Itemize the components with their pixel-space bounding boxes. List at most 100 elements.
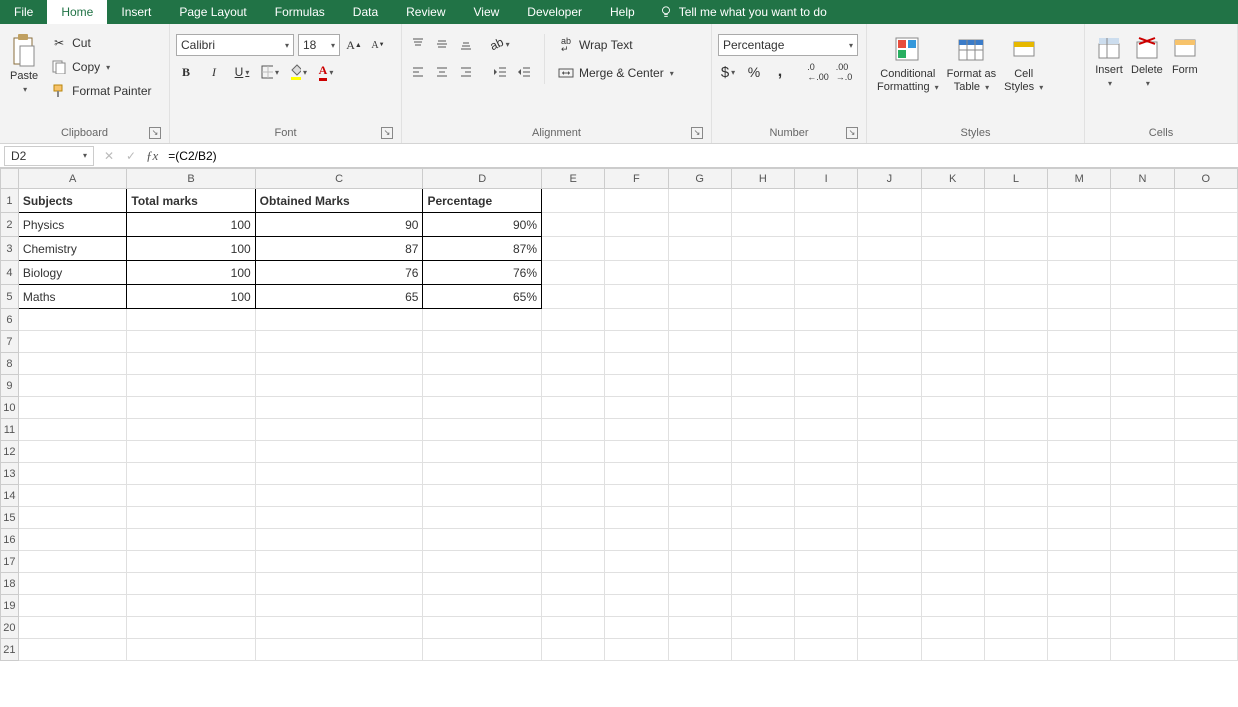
cell-A20[interactable] — [18, 617, 127, 639]
cell-O3[interactable] — [1174, 237, 1237, 261]
cell-N14[interactable] — [1111, 485, 1174, 507]
row-header-11[interactable]: 11 — [1, 419, 19, 441]
cell-E16[interactable] — [542, 529, 605, 551]
cell-M2[interactable] — [1048, 213, 1111, 237]
cell-K17[interactable] — [921, 551, 984, 573]
cell-E1[interactable] — [542, 189, 605, 213]
tab-home[interactable]: Home — [47, 0, 107, 24]
cell-B9[interactable] — [127, 375, 255, 397]
cell-M19[interactable] — [1048, 595, 1111, 617]
select-all-corner[interactable] — [1, 169, 19, 189]
cell-L9[interactable] — [984, 375, 1047, 397]
cell-C16[interactable] — [255, 529, 423, 551]
cut-button[interactable]: ✂ Cut — [46, 32, 155, 54]
cell-G3[interactable] — [668, 237, 731, 261]
cell-K2[interactable] — [921, 213, 984, 237]
cell-I17[interactable] — [795, 551, 858, 573]
cell-J8[interactable] — [858, 353, 921, 375]
cell-D11[interactable] — [423, 419, 542, 441]
cell-A11[interactable] — [18, 419, 127, 441]
row-header-2[interactable]: 2 — [1, 213, 19, 237]
cell-M13[interactable] — [1048, 463, 1111, 485]
paste-button[interactable]: Paste▾ — [6, 28, 42, 98]
cell-G19[interactable] — [668, 595, 731, 617]
cell-F19[interactable] — [605, 595, 668, 617]
cell-J20[interactable] — [858, 617, 921, 639]
cell-O6[interactable] — [1174, 309, 1237, 331]
cell-I16[interactable] — [795, 529, 858, 551]
cell-C6[interactable] — [255, 309, 423, 331]
cell-F6[interactable] — [605, 309, 668, 331]
cell-F12[interactable] — [605, 441, 668, 463]
underline-button[interactable]: U▾ — [232, 62, 252, 82]
cell-H7[interactable] — [731, 331, 794, 353]
cell-C21[interactable] — [255, 639, 423, 661]
cell-A15[interactable] — [18, 507, 127, 529]
cell-O15[interactable] — [1174, 507, 1237, 529]
cell-A18[interactable] — [18, 573, 127, 595]
cell-J4[interactable] — [858, 261, 921, 285]
cell-G16[interactable] — [668, 529, 731, 551]
row-header-5[interactable]: 5 — [1, 285, 19, 309]
orientation-button[interactable]: ab▾ — [490, 34, 510, 54]
cell-I12[interactable] — [795, 441, 858, 463]
comma-format-button[interactable]: , — [770, 62, 790, 82]
cell-M3[interactable] — [1048, 237, 1111, 261]
row-header-9[interactable]: 9 — [1, 375, 19, 397]
cell-N4[interactable] — [1111, 261, 1174, 285]
cell-E7[interactable] — [542, 331, 605, 353]
cell-H16[interactable] — [731, 529, 794, 551]
cell-N10[interactable] — [1111, 397, 1174, 419]
cell-B2[interactable]: 100 — [127, 213, 255, 237]
cell-C5[interactable]: 65 — [255, 285, 423, 309]
col-header-L[interactable]: L — [984, 169, 1047, 189]
cell-O13[interactable] — [1174, 463, 1237, 485]
cell-J18[interactable] — [858, 573, 921, 595]
cell-E10[interactable] — [542, 397, 605, 419]
cell-O7[interactable] — [1174, 331, 1237, 353]
cell-J12[interactable] — [858, 441, 921, 463]
cell-I19[interactable] — [795, 595, 858, 617]
cell-K19[interactable] — [921, 595, 984, 617]
cell-F5[interactable] — [605, 285, 668, 309]
font-color-button[interactable]: A▾ — [316, 62, 336, 82]
cell-E3[interactable] — [542, 237, 605, 261]
cell-I3[interactable] — [795, 237, 858, 261]
cell-K3[interactable] — [921, 237, 984, 261]
cell-K1[interactable] — [921, 189, 984, 213]
cell-B3[interactable]: 100 — [127, 237, 255, 261]
cell-K21[interactable] — [921, 639, 984, 661]
cell-H4[interactable] — [731, 261, 794, 285]
cell-L4[interactable] — [984, 261, 1047, 285]
cell-F20[interactable] — [605, 617, 668, 639]
cell-L10[interactable] — [984, 397, 1047, 419]
cell-J21[interactable] — [858, 639, 921, 661]
cell-C15[interactable] — [255, 507, 423, 529]
percent-format-button[interactable]: % — [744, 62, 764, 82]
cell-J3[interactable] — [858, 237, 921, 261]
cell-N3[interactable] — [1111, 237, 1174, 261]
col-header-K[interactable]: K — [921, 169, 984, 189]
row-header-18[interactable]: 18 — [1, 573, 19, 595]
cell-C1[interactable]: Obtained Marks — [255, 189, 423, 213]
cell-E6[interactable] — [542, 309, 605, 331]
row-header-4[interactable]: 4 — [1, 261, 19, 285]
cell-G7[interactable] — [668, 331, 731, 353]
row-header-21[interactable]: 21 — [1, 639, 19, 661]
cell-E18[interactable] — [542, 573, 605, 595]
cell-N7[interactable] — [1111, 331, 1174, 353]
bold-button[interactable]: B — [176, 62, 196, 82]
cell-N2[interactable] — [1111, 213, 1174, 237]
cell-B13[interactable] — [127, 463, 255, 485]
cell-F10[interactable] — [605, 397, 668, 419]
cell-B12[interactable] — [127, 441, 255, 463]
cell-C14[interactable] — [255, 485, 423, 507]
cell-F17[interactable] — [605, 551, 668, 573]
row-header-20[interactable]: 20 — [1, 617, 19, 639]
cell-E13[interactable] — [542, 463, 605, 485]
cell-B17[interactable] — [127, 551, 255, 573]
italic-button[interactable]: I — [204, 62, 224, 82]
cell-D16[interactable] — [423, 529, 542, 551]
copy-button[interactable]: Copy▾ — [46, 56, 155, 78]
cell-F9[interactable] — [605, 375, 668, 397]
